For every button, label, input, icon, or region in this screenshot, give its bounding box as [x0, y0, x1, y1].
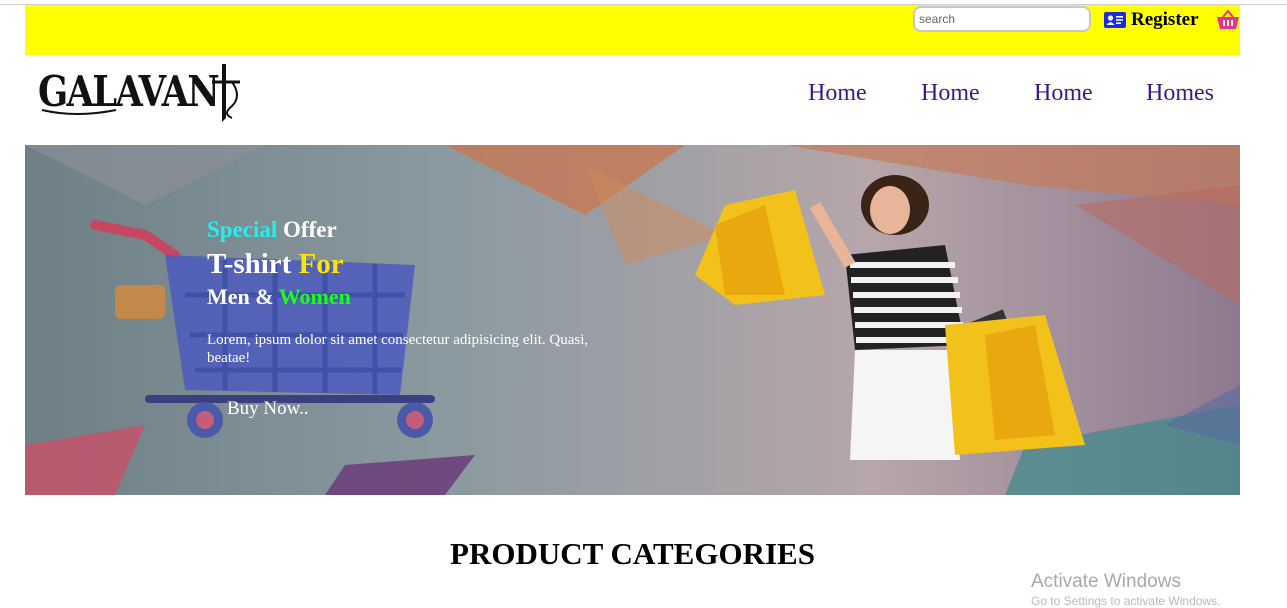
hero-banner: Special Offer T-shirt For Men & Women Lo…: [25, 145, 1240, 495]
hero-headline-tshirt: T-shirt For: [207, 248, 344, 281]
search-input[interactable]: [913, 6, 1091, 32]
register-link[interactable]: Register: [1131, 9, 1199, 31]
nav-homes[interactable]: Homes: [1146, 80, 1214, 107]
hero-headline-offer: Special Offer: [207, 217, 337, 243]
contact-card-icon: [1104, 12, 1126, 28]
hero-men-text: Men &: [207, 284, 279, 309]
hero-headline-audience: Men & Women: [207, 284, 351, 310]
product-categories-heading: PRODUCT CATEGORIES: [450, 536, 815, 571]
svg-text:GALAVAN: GALAVAN: [38, 67, 219, 116]
top-bar: Register: [25, 5, 1240, 55]
hero-women-text: Women: [278, 284, 351, 309]
nav-home-3[interactable]: Home: [1034, 80, 1093, 107]
activate-windows-subtext: Go to Settings to activate Windows.: [1031, 594, 1221, 608]
hero-tshirt-text: T-shirt: [207, 248, 299, 280]
woman-with-bags-image: [695, 175, 1085, 460]
shopping-basket-icon[interactable]: [1216, 8, 1240, 32]
nav-home-1[interactable]: Home: [808, 80, 867, 107]
hero-special-text: Special: [207, 217, 278, 242]
hero-for-text: For: [298, 248, 344, 280]
hero-description: Lorem, ipsum dolor sit amet consectetur …: [207, 332, 589, 366]
hero-background-image: [25, 145, 1240, 495]
nav-home-2[interactable]: Home: [921, 80, 980, 107]
hero-offer-text: Offer: [277, 217, 337, 242]
activate-windows-watermark: Activate Windows: [1031, 571, 1181, 592]
buy-now-button[interactable]: Buy Now..: [227, 398, 309, 420]
galavant-logo: GALAVAN: [38, 64, 240, 122]
